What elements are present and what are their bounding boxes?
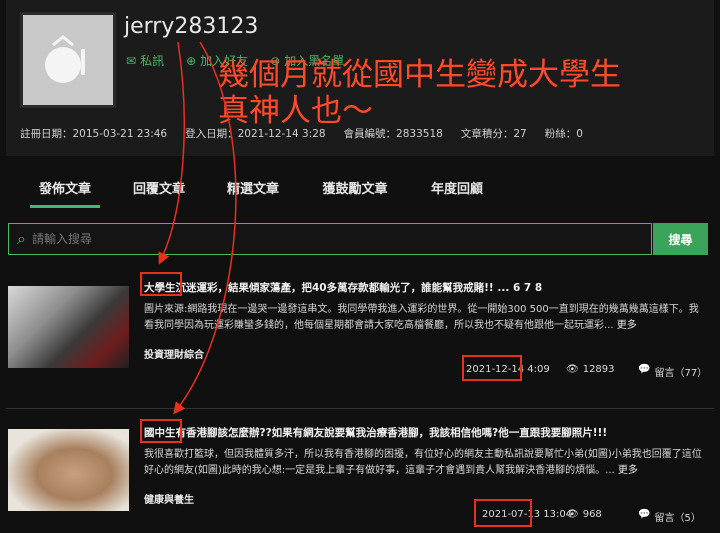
annotation-arrows: [158, 41, 237, 415]
